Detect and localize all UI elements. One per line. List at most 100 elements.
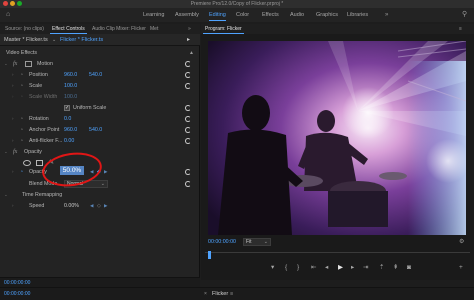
add-marker-icon[interactable]: ▾ [271, 262, 274, 274]
expand-chevron-icon[interactable]: ⌄ [4, 147, 8, 157]
anchor-point-y-value[interactable]: 540.0 [89, 125, 102, 135]
workspace-graphics[interactable]: Graphics [316, 8, 338, 22]
tab-source[interactable]: Source: (no clips) [5, 24, 44, 34]
fx-toggle-icon[interactable]: fx [13, 59, 17, 69]
chevron-down-icon: ⌄ [263, 239, 268, 245]
stopwatch-icon[interactable]: ◔ [20, 136, 23, 146]
reset-icon[interactable] [185, 72, 191, 78]
zoom-fit-select[interactable]: Fit ⌄ [243, 238, 271, 246]
program-timeline-ruler[interactable] [205, 251, 470, 259]
reset-icon[interactable] [185, 138, 191, 144]
settings-wrench-icon[interactable]: ⚙ [459, 237, 464, 247]
stopwatch-icon[interactable]: ◔ [20, 70, 23, 80]
expand-chevron-icon[interactable]: › [12, 114, 14, 124]
hamburger-menu-icon[interactable]: ≡ [230, 288, 233, 300]
step-back-icon[interactable]: ◂ [325, 262, 328, 274]
reset-icon[interactable] [185, 83, 191, 89]
speed-row: › Speed 0.00% ◀ ◇ ▶ [0, 201, 200, 211]
checkmark-icon: ✓ [65, 105, 70, 111]
search-icon[interactable]: ⚲ [462, 10, 467, 18]
add-button-icon[interactable]: + [459, 262, 463, 274]
program-timecode[interactable]: 00:00:00:00 [208, 237, 236, 247]
uniform-scale-checkbox[interactable]: ✓ [64, 105, 70, 111]
reset-icon[interactable] [185, 127, 191, 133]
speed-value[interactable]: 0.00% [64, 201, 79, 211]
sequence-clip-name[interactable]: Flicker * Flicker.ts [60, 34, 103, 46]
opacity-section-label: Opacity [24, 149, 42, 155]
workspace-audio[interactable]: Audio [290, 8, 304, 22]
reset-icon[interactable] [185, 181, 191, 187]
workspace-assembly[interactable]: Assembly [175, 8, 199, 22]
ellipse-mask-icon[interactable] [23, 160, 31, 166]
tab-effect-controls[interactable]: Effect Controls [50, 24, 87, 34]
position-y-value[interactable]: 540.0 [89, 70, 102, 80]
anchor-point-x-value[interactable]: 960.0 [64, 125, 77, 135]
play-icon[interactable]: ▶ [338, 262, 343, 274]
scale-width-label: Scale Width [29, 94, 58, 100]
time-remapping-row[interactable]: ⌄ Time Remapping [0, 190, 200, 200]
scroll-up-icon[interactable]: ▲ [189, 48, 194, 58]
step-forward-icon[interactable]: ▸ [351, 262, 354, 274]
uniform-scale-label: Uniform Scale [73, 105, 107, 111]
fx-toggle-icon[interactable]: fx [13, 147, 17, 157]
reset-icon[interactable] [185, 169, 191, 175]
reset-icon[interactable] [185, 116, 191, 122]
play-triangle-icon[interactable]: ▸ [187, 34, 190, 46]
scale-value[interactable]: 100.0 [64, 81, 77, 91]
expand-chevron-icon[interactable]: › [12, 81, 14, 91]
reset-icon[interactable] [185, 105, 191, 111]
reset-icon[interactable] [185, 61, 191, 67]
close-icon[interactable]: × [204, 288, 207, 300]
tab-program-monitor[interactable]: Program: Flicker [203, 24, 244, 34]
expand-chevron-icon[interactable]: › [12, 201, 14, 211]
stopwatch-icon[interactable]: ◔ [20, 167, 23, 177]
expand-chevron-icon[interactable]: ⌄ [4, 59, 8, 69]
expand-chevron-icon[interactable]: › [12, 70, 14, 80]
transform-icon[interactable] [25, 61, 32, 67]
next-keyframe-icon[interactable]: ▶ [104, 167, 107, 177]
tab-metadata[interactable]: Met [150, 24, 158, 34]
hamburger-menu-icon[interactable]: ≡ [459, 24, 462, 34]
stopwatch-icon[interactable]: ◔ [20, 125, 23, 135]
go-to-out-icon[interactable]: ⇥ [363, 262, 368, 274]
window-title: Premiere Pro/12.0/Copy of Flicker.prproj… [190, 1, 284, 7]
add-keyframe-icon[interactable]: ◇ [97, 201, 101, 211]
workspaces-more-icon[interactable]: » [385, 8, 388, 22]
time-remapping-label: Time Remapping [22, 192, 63, 198]
workspace-libraries[interactable]: Libraries [347, 8, 368, 22]
position-x-value[interactable]: 960.0 [64, 70, 77, 80]
anti-flicker-value[interactable]: 0.00 [64, 136, 74, 146]
motion-effect-row[interactable]: ⌄ fx Motion [0, 59, 200, 69]
next-keyframe-icon[interactable]: ▶ [104, 201, 107, 211]
video-frame-image [208, 41, 466, 235]
stopwatch-icon[interactable]: ◔ [20, 81, 23, 91]
scale-row: › ◔ Scale 100.0 [0, 81, 200, 91]
workspace-learning[interactable]: Learning [143, 8, 164, 22]
stopwatch-icon[interactable]: ◔ [20, 114, 23, 124]
lift-icon[interactable]: ⇡ [379, 262, 384, 274]
workspace-effects[interactable]: Effects [262, 8, 279, 22]
home-icon[interactable]: ⌂ [6, 11, 10, 18]
go-to-in-icon[interactable]: ⇤ [311, 262, 316, 274]
expand-chevron-icon[interactable]: › [12, 167, 14, 177]
workspace-editing[interactable]: Editing [209, 8, 226, 22]
previous-keyframe-icon[interactable]: ◀ [90, 201, 93, 211]
rectangle-mask-icon[interactable] [36, 160, 43, 166]
program-video-frame[interactable] [208, 41, 466, 235]
extract-icon[interactable]: ⇞ [393, 262, 398, 274]
mark-out-icon[interactable]: } [297, 262, 299, 274]
export-frame-icon[interactable]: ◙ [407, 262, 411, 274]
playhead-marker[interactable] [207, 251, 211, 259]
timeline-sequence-tab[interactable]: Flicker [212, 288, 228, 300]
expand-chevron-icon[interactable]: ⌄ [4, 190, 8, 200]
mark-in-icon[interactable]: { [285, 262, 287, 274]
stopwatch-icon: ◔ [20, 94, 24, 100]
expand-chevron-icon[interactable]: › [12, 136, 14, 146]
master-clip-name[interactable]: Master * Flicker.ts [4, 34, 48, 46]
chevron-down-icon[interactable]: ⌄ [52, 34, 56, 46]
tab-audio-clip-mixer[interactable]: Audio Clip Mixer: Flicker [92, 24, 146, 34]
bottom-timecode[interactable]: 00:00:00:00 [4, 288, 30, 300]
rotation-value[interactable]: 0.0 [64, 114, 71, 124]
workspace-color[interactable]: Color [236, 8, 249, 22]
opacity-effect-row[interactable]: ⌄ fx Opacity [0, 147, 200, 157]
